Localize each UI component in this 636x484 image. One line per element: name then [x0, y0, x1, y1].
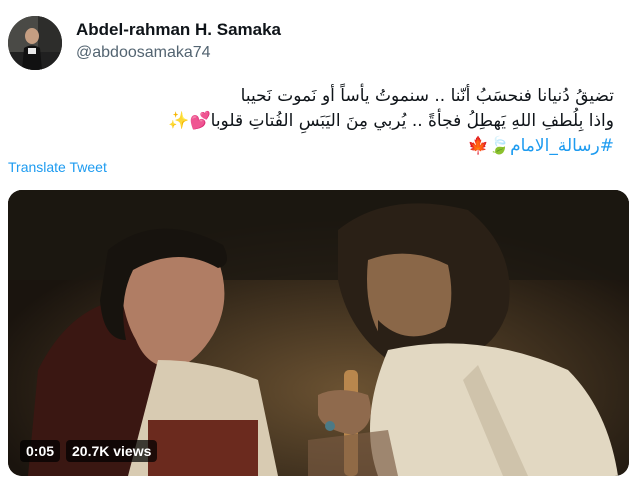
video-frame: [8, 190, 629, 476]
tweet-line-1: تضيقُ دُنيانا فنحسَبُ أنّنا .. سنموتُ يأ…: [240, 86, 614, 106]
avatar-photo: [8, 16, 62, 70]
video-player[interactable]: 0:05 20.7K views: [8, 190, 629, 476]
leaf-emoji: 🍃🍁: [467, 136, 511, 156]
author-handle[interactable]: @abdoosamaka74: [76, 44, 211, 62]
translate-tweet-link[interactable]: Translate Tweet: [8, 159, 107, 175]
tweet-text: تضيقُ دُنيانا فنحسَبُ أنّنا .. سنموتُ يأ…: [14, 84, 614, 159]
tweet-line-2: واذا بِلُطفِ اللهِ يَهطِلُ فجأةً .. يُرب…: [14, 109, 614, 134]
video-views-badge: 20.7K views: [66, 440, 158, 462]
author-display-name[interactable]: Abdel-rahman H. Samaka: [76, 20, 281, 40]
hashtag-link[interactable]: #رسالة_الامام: [510, 136, 614, 156]
video-time-badge: 0:05: [20, 440, 61, 462]
tweet-line-2-text: واذا بِلُطفِ اللهِ يَهطِلُ فجأةً .. يُرب…: [210, 111, 614, 131]
hearts-sparkles-emoji: 💕✨: [168, 111, 211, 131]
avatar[interactable]: [8, 16, 62, 70]
tweet-line-3: #رسالة_الامام🍃🍁: [14, 134, 614, 159]
